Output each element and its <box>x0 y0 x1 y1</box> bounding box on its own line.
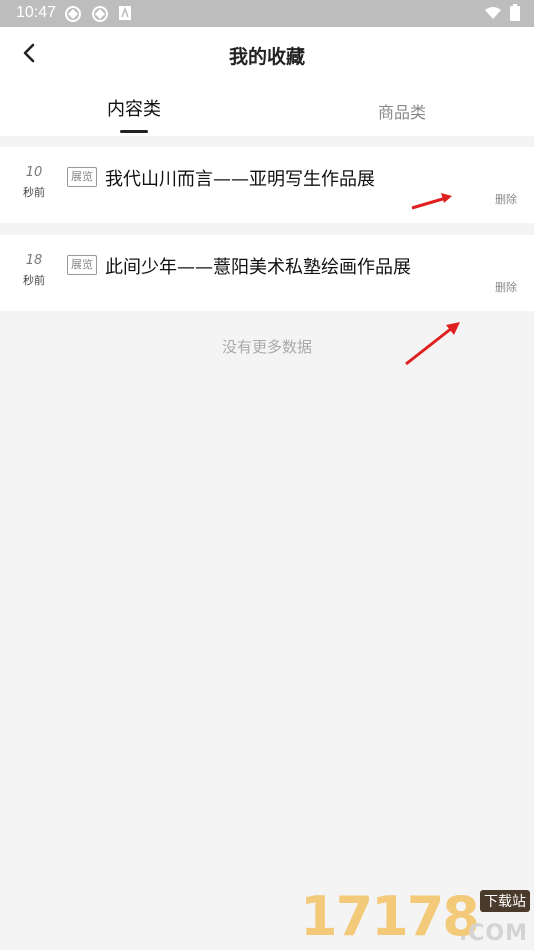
favorite-item[interactable]: 18 秒前 展览 此间少年——薏阳美术私塾绘画作品展 删除 <box>0 235 534 311</box>
category-badge: 展览 <box>67 255 97 275</box>
time-count: 10 <box>25 165 43 180</box>
app-notification-icon <box>65 6 81 22</box>
annotation-arrow-icon <box>411 193 452 210</box>
battery-icon <box>510 4 520 21</box>
item-title[interactable]: 我代山川而言——亚明写生作品展 <box>105 165 375 191</box>
tab-products[interactable]: 商品类 <box>360 99 444 123</box>
wifi-icon <box>485 6 501 19</box>
tab-content[interactable]: 内容类 <box>92 95 176 121</box>
item-title[interactable]: 此间少年——薏阳美术私塾绘画作品展 <box>105 253 411 279</box>
time-count: 18 <box>25 253 43 268</box>
watermark-site: 下载站 <box>480 890 530 912</box>
delete-button[interactable]: 删除 <box>495 191 517 207</box>
page-title: 我的收藏 <box>228 46 305 68</box>
tab-active-indicator <box>120 130 148 133</box>
time-unit: 秒前 <box>23 186 45 199</box>
watermark-digits: 17178 <box>300 885 480 948</box>
watermark-suffix: .COM <box>458 921 528 946</box>
status-time: 10:47 <box>16 4 57 21</box>
annotation-arrow-icon-2 <box>405 322 460 366</box>
delete-button[interactable]: 删除 <box>495 279 517 295</box>
category-badge: 展览 <box>67 167 97 187</box>
status-bar: 10:47 <box>0 0 534 27</box>
notification-a-icon <box>119 6 131 20</box>
site-watermark-logo: 17178 下载站 .COM <box>300 885 530 948</box>
time-unit: 秒前 <box>23 274 45 287</box>
app-notification-icon-2 <box>92 6 108 22</box>
page-header: 我的收藏 内容类 商品类 <box>0 27 534 136</box>
